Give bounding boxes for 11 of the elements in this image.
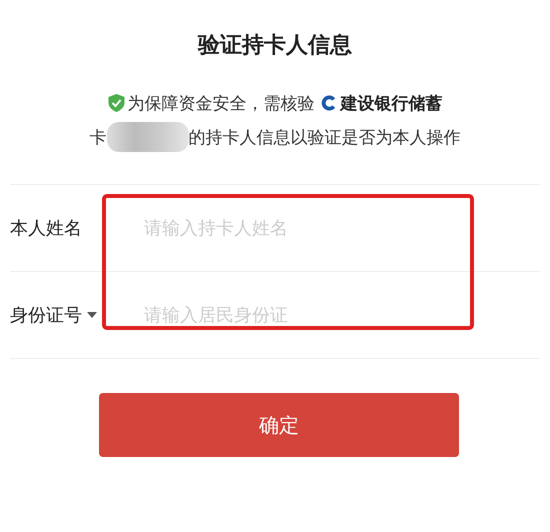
notice-text: 为保障资金安全，需核验 — [128, 92, 314, 114]
caret-icon[interactable] — [87, 312, 97, 318]
confirm-button[interactable]: 确定 — [99, 393, 459, 457]
bank-logo-icon — [320, 94, 338, 112]
notice-text: 卡 — [90, 126, 106, 148]
page-title: 验证持卡人信息 — [196, 32, 353, 60]
shield-check-icon — [108, 94, 124, 112]
field-label: 身份证号 — [10, 304, 82, 327]
bank-name: 建设银行储蓄 — [340, 92, 442, 114]
field-label: 本人姓名 — [10, 217, 82, 240]
notice-text: 的持卡人信息以验证是否为本人操作 — [188, 126, 460, 148]
